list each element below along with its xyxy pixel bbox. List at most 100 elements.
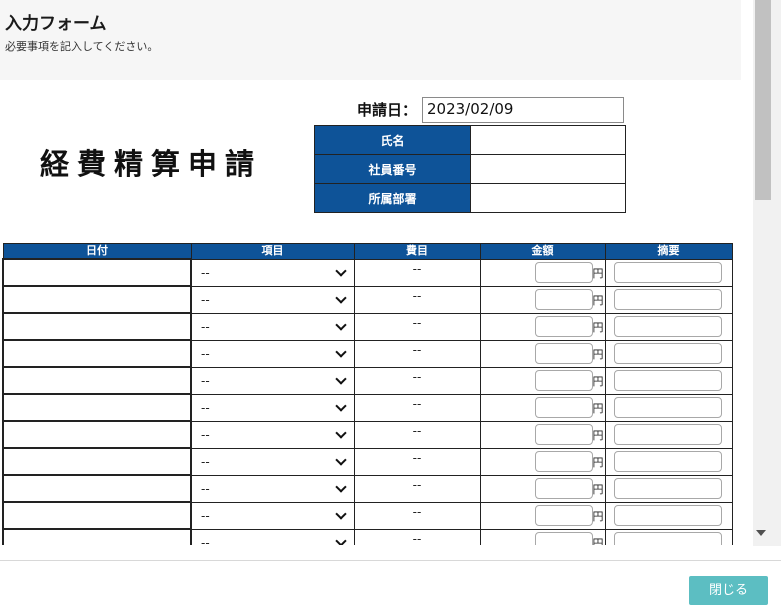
info-value-field[interactable] — [470, 154, 626, 184]
memo-input[interactable] — [613, 396, 722, 418]
amount-cell: 円 — [479, 258, 606, 287]
item-select[interactable]: -- — [193, 369, 351, 391]
column-header: 日付 — [2, 243, 192, 260]
account-cell: -- — [353, 258, 481, 287]
item-select[interactable]: -- — [193, 450, 351, 472]
memo-input[interactable] — [613, 315, 722, 337]
account-cell: -- — [353, 312, 481, 341]
amount-cell: 円 — [479, 420, 606, 449]
account-value: -- — [412, 315, 422, 330]
application-date-field[interactable]: 2023/02/09 — [422, 97, 624, 123]
application-date-label: 申請日： — [357, 101, 418, 119]
account-cell: -- — [353, 474, 481, 503]
date-field[interactable] — [2, 447, 192, 476]
vertical-scrollbar[interactable] — [753, 0, 781, 546]
date-field[interactable] — [2, 393, 192, 422]
memo-input[interactable] — [613, 450, 722, 472]
item-select[interactable]: -- — [193, 342, 351, 364]
amount-input[interactable] — [534, 261, 593, 283]
account-value: -- — [412, 504, 422, 519]
memo-input[interactable] — [613, 531, 722, 545]
column-header: 摘要 — [604, 243, 733, 260]
expense-table: 日付 項目 費目 金額 摘要 -- -- 円 -- -- 円 -- -- 円 -- -- 円 -- -- 円 -- --… — [2, 243, 733, 545]
date-field[interactable] — [2, 366, 192, 395]
memo-cell — [604, 285, 733, 314]
amount-cell: 円 — [479, 366, 606, 395]
memo-input[interactable] — [613, 423, 722, 445]
item-select[interactable]: -- — [193, 477, 351, 499]
amount-input[interactable] — [534, 477, 593, 499]
memo-input[interactable] — [613, 261, 722, 283]
item-select-value: -- — [201, 535, 210, 546]
date-field[interactable] — [2, 258, 192, 287]
item-select[interactable]: -- — [193, 531, 351, 546]
memo-input[interactable] — [613, 504, 722, 526]
info-value-field[interactable] — [470, 183, 626, 213]
yen-unit: 円 — [592, 374, 604, 388]
memo-cell — [604, 393, 733, 422]
item-cell: -- — [190, 447, 355, 476]
date-field[interactable] — [2, 312, 192, 341]
date-field[interactable] — [2, 474, 192, 503]
amount-input[interactable] — [534, 315, 593, 337]
amount-input[interactable] — [534, 342, 593, 364]
column-header: 金額 — [479, 243, 606, 260]
date-field[interactable] — [2, 339, 192, 368]
item-select[interactable]: -- — [193, 423, 351, 445]
date-field[interactable] — [2, 285, 192, 314]
info-row: 所属部署 — [314, 183, 626, 213]
item-cell: -- — [190, 366, 355, 395]
memo-cell — [604, 474, 733, 503]
item-cell: -- — [190, 285, 355, 314]
item-cell: -- — [190, 528, 355, 546]
item-select-value: -- — [201, 346, 210, 361]
item-select[interactable]: -- — [193, 261, 351, 283]
amount-input[interactable] — [534, 369, 593, 391]
amount-input[interactable] — [534, 396, 593, 418]
chevron-down-icon — [335, 372, 347, 385]
amount-input[interactable] — [534, 531, 593, 545]
chevron-down-icon — [335, 534, 347, 545]
memo-cell — [604, 420, 733, 449]
item-select-value: -- — [201, 265, 210, 280]
table-row: -- -- 円 — [2, 447, 733, 476]
memo-input[interactable] — [613, 369, 722, 391]
amount-input[interactable] — [534, 423, 593, 445]
info-value-field[interactable] — [470, 125, 626, 155]
memo-input[interactable] — [613, 288, 722, 310]
item-select[interactable]: -- — [193, 396, 351, 418]
item-select-value: -- — [201, 400, 210, 415]
memo-input[interactable] — [613, 342, 722, 364]
account-cell: -- — [353, 393, 481, 422]
item-select-value: -- — [201, 319, 210, 334]
chevron-down-icon — [335, 291, 347, 304]
yen-unit: 円 — [592, 428, 604, 442]
applicant-info-table: 氏名 社員番号 所属部署 — [314, 125, 626, 213]
amount-input[interactable] — [534, 450, 593, 472]
item-select[interactable]: -- — [193, 504, 351, 526]
item-cell: -- — [190, 258, 355, 287]
yen-unit: 円 — [592, 401, 604, 415]
amount-input[interactable] — [534, 288, 593, 310]
close-button[interactable]: 閉じる — [689, 576, 768, 605]
yen-unit: 円 — [592, 455, 604, 469]
date-field[interactable] — [2, 501, 192, 530]
date-field[interactable] — [2, 528, 192, 545]
item-cell: -- — [190, 474, 355, 503]
column-header: 項目 — [190, 243, 355, 260]
scrollbar-thumb[interactable] — [755, 0, 771, 200]
amount-input[interactable] — [534, 504, 593, 526]
date-field[interactable] — [2, 420, 192, 449]
yen-unit: 円 — [592, 266, 604, 280]
scroll-down-arrow-icon[interactable] — [756, 530, 766, 536]
memo-input[interactable] — [613, 477, 722, 499]
item-cell: -- — [190, 393, 355, 422]
account-value: -- — [412, 288, 422, 303]
yen-unit: 円 — [592, 320, 604, 334]
item-select[interactable]: -- — [193, 288, 351, 310]
item-select[interactable]: -- — [193, 315, 351, 337]
expense-list-scroll-area[interactable]: 日付 項目 費目 金額 摘要 -- -- 円 -- -- 円 -- -- 円 -- -- 円 -- -- 円 -- --… — [0, 241, 741, 545]
amount-cell: 円 — [479, 501, 606, 530]
item-select-value: -- — [201, 427, 210, 442]
amount-cell: 円 — [479, 339, 606, 368]
